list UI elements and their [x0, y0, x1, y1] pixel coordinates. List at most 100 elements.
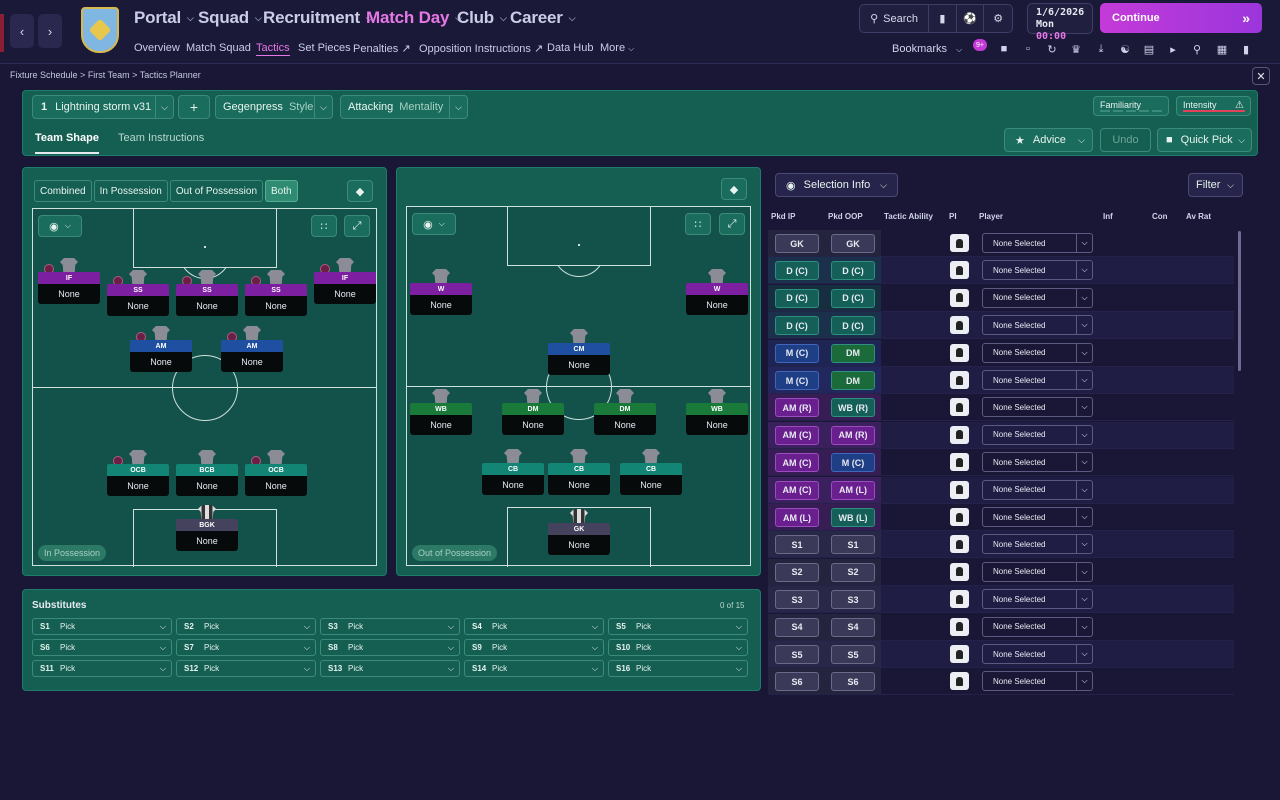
menu-career[interactable]: Career ⌵ [510, 8, 576, 28]
expand-button[interactable]: ⤢ [344, 215, 370, 237]
visibility-dropdown[interactable]: ◉ ⌵ [38, 215, 82, 237]
ip-player-card[interactable]: IF None [38, 258, 100, 304]
visibility-dropdown-oop[interactable]: ◉ ⌵ [412, 213, 456, 235]
ip-player-card[interactable]: OCB None [245, 450, 307, 496]
player-select[interactable]: None Selected ⌵ [982, 644, 1093, 664]
player-select[interactable]: None Selected ⌵ [982, 534, 1093, 555]
player-instructions-button[interactable] [950, 425, 969, 444]
oop-player-card[interactable]: WB None [686, 389, 748, 435]
player-select[interactable]: None Selected ⌵ [982, 616, 1093, 637]
submenu-more[interactable]: More ⌵ [600, 42, 634, 54]
menu-match-day[interactable]: Match Day ⌵ [366, 8, 462, 28]
col-con[interactable]: Con [1152, 212, 1168, 221]
player-select[interactable]: None Selected ⌵ [982, 507, 1093, 527]
ip-player-card[interactable]: BCB None [176, 450, 238, 496]
oop-player-card[interactable]: GK None [548, 509, 610, 555]
player-select[interactable]: None Selected ⌵ [982, 561, 1093, 582]
table-row[interactable]: S6 S6 None Selected ⌵ [768, 668, 1234, 696]
pkd-ip-position[interactable]: D (C) [775, 261, 819, 281]
player-instructions-button[interactable] [950, 645, 969, 663]
advice-button[interactable]: ★ Advice ⌵ [1004, 128, 1093, 152]
pkd-ip-position[interactable]: M (C) [775, 343, 819, 363]
pkd-ip-position[interactable]: AM (R) [775, 398, 819, 418]
table-row[interactable]: S3 S3 None Selected ⌵ [768, 586, 1234, 614]
substitute-slot[interactable]: S12 Pick ⌵ [176, 660, 316, 677]
familiarity-meter[interactable]: Familiarity [1093, 96, 1169, 116]
ip-player-card[interactable]: SS None [107, 270, 169, 316]
add-tactic-button[interactable]: + [178, 95, 210, 119]
phase-both[interactable]: Both [265, 180, 298, 202]
player-select[interactable]: None Selected ⌵ [982, 315, 1093, 336]
substitute-slot[interactable]: S11 Pick ⌵ [32, 660, 172, 677]
pkd-ip-position[interactable]: S1 [775, 535, 819, 555]
pkd-oop-position[interactable]: WB (L) [831, 508, 875, 527]
expand-button-oop[interactable]: ⤢ [719, 213, 745, 235]
submenu-opposition-instructions[interactable]: Opposition Instructions ↗ [419, 42, 543, 55]
forward-button[interactable]: › [38, 14, 62, 48]
oop-player-card[interactable]: W None [410, 269, 472, 315]
table-row[interactable]: D (C) D (C) None Selected ⌵ [768, 312, 1234, 340]
col-player[interactable]: Player [979, 212, 1003, 221]
ip-player-card[interactable]: AM None [130, 326, 192, 372]
substitute-slot[interactable]: S10 Pick ⌵ [608, 639, 748, 656]
pkd-oop-position[interactable]: M (C) [831, 453, 875, 473]
substitute-slot[interactable]: S14 Pick ⌵ [464, 660, 604, 677]
player-instructions-button[interactable] [950, 371, 969, 389]
player-select[interactable]: None Selected ⌵ [982, 397, 1093, 418]
player-instructions-button[interactable] [950, 617, 969, 636]
player-instructions-button[interactable] [950, 562, 969, 581]
player-instructions-button[interactable] [950, 288, 969, 307]
player-instructions-button[interactable] [950, 343, 969, 362]
pkd-oop-position[interactable]: AM (L) [831, 480, 875, 500]
table-row[interactable]: M (C) DM None Selected ⌵ [768, 339, 1234, 367]
grid-toggle-button-oop[interactable]: ∷ [685, 213, 711, 235]
menu-recruitment[interactable]: Recruitment ⌵ [263, 8, 373, 28]
quick-pick-button[interactable]: ■ Quick Pick ⌵ [1157, 128, 1252, 152]
date-display[interactable]: 1/6/2026 Mon 00:00 [1027, 3, 1093, 42]
player-instructions-button[interactable] [950, 508, 969, 526]
pkd-ip-position[interactable]: S2 [775, 562, 819, 582]
oop-player-card[interactable]: DM None [594, 389, 656, 435]
pkd-ip-position[interactable]: D (C) [775, 288, 819, 308]
pkd-ip-position[interactable]: D (C) [775, 316, 819, 336]
tactic-board-button[interactable]: ◆ [347, 180, 373, 202]
tactic-select[interactable]: 1 Lightning storm v31 ⌵ [32, 95, 174, 119]
player-select[interactable]: None Selected ⌵ [982, 287, 1093, 308]
ip-player-card[interactable]: OCB None [107, 450, 169, 496]
phase-in-possession[interactable]: In Possession [93, 180, 168, 202]
pkd-oop-position[interactable]: S3 [831, 590, 875, 610]
pkd-ip-position[interactable]: AM (C) [775, 425, 819, 445]
pkd-oop-position[interactable]: S5 [831, 645, 875, 664]
submenu-tactics[interactable]: Tactics [256, 42, 290, 56]
menu-club[interactable]: Club ⌵ [457, 8, 507, 28]
table-row[interactable]: AM (C) AM (R) None Selected ⌵ [768, 421, 1234, 449]
crumb-first-team[interactable]: First Team [88, 70, 130, 80]
player-instructions-button[interactable] [950, 590, 969, 609]
search-button[interactable]: ⚲ Search [860, 5, 930, 32]
table-row[interactable]: M (C) DM None Selected ⌵ [768, 367, 1234, 394]
table-row[interactable]: AM (C) M (C) None Selected ⌵ [768, 449, 1234, 477]
player-select[interactable]: None Selected ⌵ [982, 370, 1093, 390]
mentality-select[interactable]: Attacking Mentality ⌵ [340, 95, 468, 119]
oop-player-card[interactable]: CM None [548, 329, 610, 375]
intensity-meter[interactable]: Intensity ⚠ [1176, 96, 1251, 116]
settings-button[interactable]: ⚙ [984, 5, 1012, 32]
submenu-overview[interactable]: Overview [134, 42, 180, 54]
document-icon[interactable]: ▫ [1020, 41, 1036, 57]
table-row[interactable]: S5 S5 None Selected ⌵ [768, 641, 1234, 668]
substitute-slot[interactable]: S13 Pick ⌵ [320, 660, 460, 677]
megaphone-icon[interactable]: ▸ [1165, 41, 1181, 57]
grid-toggle-button[interactable]: ∷ [311, 215, 337, 237]
pkd-oop-position[interactable]: D (C) [831, 316, 875, 336]
submenu-data-hub[interactable]: Data Hub [547, 42, 593, 54]
report-icon[interactable]: ▤ [1141, 41, 1157, 57]
bookmark-button[interactable]: ▮ [929, 5, 957, 32]
crumb-fixture-schedule[interactable]: Fixture Schedule [10, 70, 78, 80]
table-row[interactable]: GK GK None Selected ⌵ [768, 230, 1234, 257]
tab-team-shape[interactable]: Team Shape [35, 132, 99, 154]
substitute-slot[interactable]: S5 Pick ⌵ [608, 618, 748, 635]
selection-info-dropdown[interactable]: ◉ Selection Info ⌵ [775, 173, 898, 197]
submenu-match-squad[interactable]: Match Squad [186, 42, 251, 54]
pkd-oop-position[interactable]: WB (R) [831, 398, 875, 418]
col-av-rat[interactable]: Av Rat [1186, 212, 1211, 221]
